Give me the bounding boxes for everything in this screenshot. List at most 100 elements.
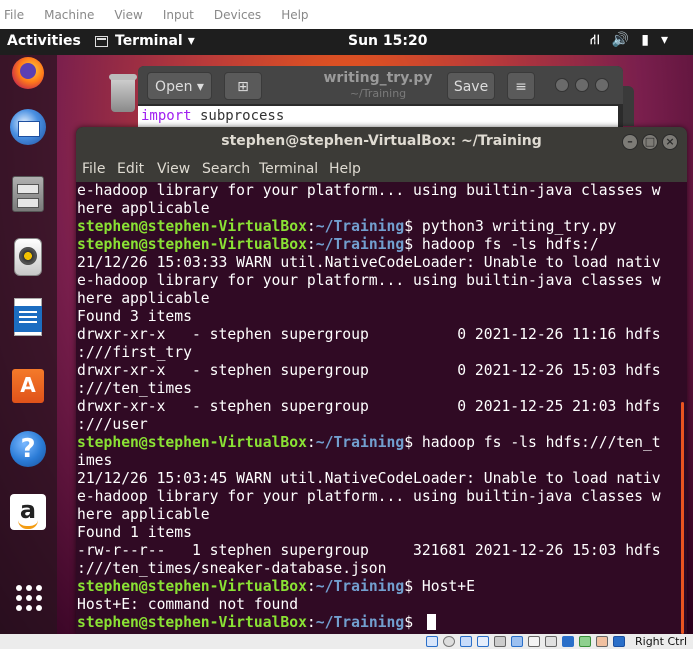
battery-icon: ▮	[641, 32, 649, 48]
files-icon[interactable]	[6, 172, 50, 216]
optical-drive-icon[interactable]	[443, 636, 455, 647]
output-line: drwxr-xr-x - stephen supergroup 0 2021-1…	[77, 362, 661, 379]
output-line: Found 1 items	[77, 524, 192, 541]
thunderbird-icon[interactable]	[6, 105, 50, 149]
terminal-menu-search[interactable]: Search	[202, 161, 250, 177]
audio-icon[interactable]	[460, 636, 472, 647]
prompt-line: stephen@stephen-VirtualBox:~/Training$ h…	[77, 434, 661, 452]
prompt-path: ~/Training	[315, 578, 405, 595]
output-line: :///ten_times	[77, 380, 192, 397]
output-line: :///first_try	[77, 344, 192, 361]
prompt-user: stephen@stephen-VirtualBox	[77, 236, 307, 253]
scrollbar[interactable]	[681, 402, 684, 634]
video-capture-icon[interactable]	[545, 636, 557, 647]
mouse-integration-icon[interactable]	[596, 636, 608, 647]
prompt-separator: :	[306, 434, 316, 451]
libreoffice-writer-icon[interactable]	[6, 296, 50, 340]
output-line: drwxr-xr-x - stephen supergroup 0 2021-1…	[77, 326, 661, 343]
top-panel: Activities Terminal ▾ Sun 15:20 ⛙ 🔊 ▮ ▾	[0, 29, 693, 55]
maximize-icon[interactable]	[575, 78, 589, 92]
chevron-down-icon: ▾	[661, 32, 669, 48]
help-icon[interactable]: ?	[6, 427, 50, 471]
cpu-icon[interactable]	[579, 636, 591, 647]
hard-disk-icon[interactable]	[426, 636, 438, 647]
network-adapter-icon[interactable]	[477, 636, 489, 647]
gedit-title: writing_try.py	[323, 70, 433, 86]
command-text: python3 writing_try.py	[421, 218, 617, 235]
terminal-titlebar[interactable]: stephen@stephen-VirtualBox: ~/Training –…	[76, 127, 687, 157]
close-icon[interactable]	[595, 78, 609, 92]
open-button[interactable]: Open ▾	[147, 72, 212, 100]
vbox-menu-file[interactable]: File	[4, 8, 24, 22]
shared-folders-icon[interactable]	[511, 636, 523, 647]
prompt-separator: :	[306, 236, 316, 253]
vbox-statusbar: Right Ctrl	[0, 634, 693, 649]
terminal-menu-help[interactable]: Help	[329, 161, 361, 177]
activities-button[interactable]: Activities	[7, 33, 81, 49]
output-line: imes	[77, 452, 113, 469]
terminal-menu-file[interactable]: File	[82, 161, 105, 177]
terminal-menu-edit[interactable]: Edit	[117, 161, 144, 177]
prompt-line: stephen@stephen-VirtualBox:~/Training$	[77, 614, 436, 632]
clock[interactable]: Sun 15:20	[348, 33, 427, 49]
dock: A ? a	[0, 55, 57, 634]
code-line: import subprocess	[141, 108, 285, 124]
output-line: 21/12/26 15:03:45 WARN util.NativeCodeLo…	[77, 470, 661, 487]
prompt-user: stephen@stephen-VirtualBox	[77, 434, 307, 451]
usb-icon[interactable]	[494, 636, 506, 647]
amazon-icon[interactable]: a	[6, 490, 50, 534]
virtualization-icon[interactable]	[562, 636, 574, 647]
terminal-menu-terminal[interactable]: Terminal	[259, 161, 318, 177]
command-text: hadoop fs -ls hdfs:///ten_t	[421, 434, 661, 451]
prompt-user: stephen@stephen-VirtualBox	[77, 578, 307, 595]
hamburger-menu-icon[interactable]: ≡	[507, 72, 535, 100]
output-line: :///user	[77, 416, 148, 433]
prompt-line: stephen@stephen-VirtualBox:~/Training$ p…	[77, 218, 616, 236]
gedit-window[interactable]: Open ▾ ⊞ writing_try.py ~/Training Save …	[138, 66, 623, 136]
output-line: here applicable	[77, 506, 210, 523]
gedit-headerbar: Open ▾ ⊞ writing_try.py ~/Training Save …	[138, 66, 623, 104]
prompt-separator: :	[306, 578, 316, 595]
network-icon: ⛙	[590, 32, 600, 48]
firefox-icon[interactable]	[6, 53, 50, 97]
close-icon[interactable]: ×	[662, 134, 678, 150]
chevron-down-icon: ▾	[196, 79, 204, 95]
terminal-window[interactable]: stephen@stephen-VirtualBox: ~/Training –…	[76, 127, 687, 634]
display-icon[interactable]	[528, 636, 540, 647]
output-line: e-hadoop library for your platform... us…	[77, 182, 661, 199]
prompt-dollar: $	[404, 434, 422, 451]
prompt-user: stephen@stephen-VirtualBox	[77, 218, 307, 235]
vbox-menu-view[interactable]: View	[114, 8, 142, 22]
prompt-user: stephen@stephen-VirtualBox	[77, 614, 307, 631]
vbox-menu-help[interactable]: Help	[281, 8, 308, 22]
host-key-label: Right Ctrl	[635, 635, 688, 648]
new-tab-button[interactable]: ⊞	[224, 72, 262, 100]
rhythmbox-icon[interactable]	[6, 236, 50, 280]
maximize-icon[interactable]: □	[642, 134, 658, 150]
terminal-menu-view[interactable]: View	[157, 161, 190, 177]
minimize-icon[interactable]: –	[622, 134, 638, 150]
minimize-icon[interactable]	[555, 78, 569, 92]
system-tray[interactable]: ⛙ 🔊 ▮ ▾	[590, 32, 668, 50]
output-line: -rw-r--r-- 1 stephen supergroup 321681 2…	[77, 542, 661, 559]
app-menu-label: Terminal	[115, 33, 183, 49]
volume-icon: 🔊	[611, 32, 630, 48]
app-menu-terminal[interactable]: Terminal ▾	[95, 33, 195, 49]
vbox-menu-input[interactable]: Input	[163, 8, 194, 22]
terminal-output[interactable]: e-hadoop library for your platform... us…	[76, 182, 678, 634]
chevron-down-icon: ▾	[187, 33, 195, 49]
output-line: Found 3 items	[77, 308, 192, 325]
show-applications-icon[interactable]	[6, 577, 50, 621]
gedit-subtitle: ~/Training	[349, 87, 407, 100]
open-label: Open	[155, 79, 193, 95]
command-text: hadoop fs -ls hdfs:/	[421, 236, 599, 253]
save-button[interactable]: Save	[447, 72, 495, 100]
host-key-arrow-icon[interactable]	[613, 636, 625, 647]
output-line: Host+E: command not found	[77, 596, 299, 613]
output-line: 21/12/26 15:03:33 WARN util.NativeCodeLo…	[77, 254, 661, 271]
trash-icon[interactable]	[109, 74, 137, 118]
vbox-menu-devices[interactable]: Devices	[214, 8, 261, 22]
vbox-menu-machine[interactable]: Machine	[44, 8, 94, 22]
terminal-menubar: File Edit View Search Terminal Help	[76, 157, 687, 182]
software-center-icon[interactable]: A	[6, 363, 50, 407]
